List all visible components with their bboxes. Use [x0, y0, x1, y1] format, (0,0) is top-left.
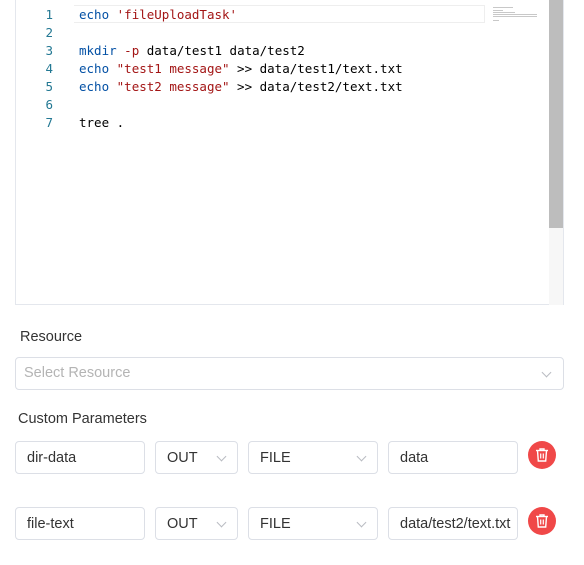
- line-code: tree .: [79, 114, 124, 132]
- param-direct-select[interactable]: OUT: [155, 507, 238, 540]
- custom-parameters-label: Custom Parameters: [18, 411, 147, 427]
- code-line[interactable]: 5 echo "test2 message" >> data/test2/text…: [16, 78, 486, 96]
- param-direct-select[interactable]: OUT: [155, 441, 238, 474]
- code-token: 'fileUploadTask': [116, 7, 238, 22]
- param-name-value: file-text: [27, 516, 74, 532]
- delete-param-button[interactable]: [528, 507, 556, 535]
- param-name-input[interactable]: file-text: [15, 507, 145, 540]
- code-token: data/test1 data/test2: [139, 43, 305, 58]
- param-direct-value: OUT: [167, 450, 198, 466]
- code-line[interactable]: 4 echo "test1 message" >> data/test1/text…: [16, 60, 486, 78]
- code-line[interactable]: 7 tree .: [16, 114, 486, 132]
- code-token: echo: [79, 79, 110, 94]
- resource-select-placeholder: Select Resource: [24, 365, 131, 381]
- param-direct-value: OUT: [167, 516, 198, 532]
- param-name-input[interactable]: dir-data: [15, 441, 145, 474]
- resource-select[interactable]: Select Resource: [15, 357, 564, 390]
- code-token: >> data/test1/text.txt: [229, 61, 403, 76]
- editor-minimap[interactable]: [493, 7, 543, 23]
- line-number: 5: [45, 79, 53, 94]
- code-token: "test1 message": [116, 61, 230, 76]
- param-type-value: FILE: [260, 516, 291, 532]
- line-number: 1: [45, 7, 53, 22]
- line-code: echo "test1 message" >> data/test1/text.…: [79, 60, 403, 78]
- code-token: "test2 message": [116, 79, 230, 94]
- param-value-input[interactable]: data: [388, 441, 518, 474]
- param-name-value: dir-data: [27, 450, 77, 466]
- trash-icon: [536, 514, 548, 528]
- code-token: >> data/test2/text.txt: [229, 79, 403, 94]
- chevron-down-icon: [216, 451, 227, 462]
- delete-param-button[interactable]: [528, 441, 556, 469]
- param-value-input[interactable]: data/test2/text.txt: [388, 507, 518, 540]
- chevron-down-icon: [541, 367, 552, 378]
- param-type-select[interactable]: FILE: [248, 507, 378, 540]
- code-line[interactable]: 2: [16, 24, 486, 42]
- code-line[interactable]: 1 echo 'fileUploadTask': [16, 6, 486, 24]
- chevron-down-icon: [356, 517, 367, 528]
- editor-top-shadow: [16, 0, 486, 3]
- chevron-down-icon: [356, 451, 367, 462]
- editor-scrollbar[interactable]: [549, 0, 563, 305]
- resource-label: Resource: [20, 329, 83, 345]
- editor-scrollbar-thumb[interactable]: [549, 0, 563, 228]
- code-token: echo: [79, 7, 110, 22]
- line-code: mkdir -p data/test1 data/test2: [79, 42, 305, 60]
- param-type-value: FILE: [260, 450, 291, 466]
- line-number: 7: [45, 115, 53, 130]
- line-code: echo "test2 message" >> data/test2/text.…: [79, 78, 403, 96]
- code-line[interactable]: 6: [16, 96, 486, 114]
- code-token: echo: [79, 61, 110, 76]
- line-code: echo 'fileUploadTask': [79, 6, 237, 24]
- line-number: 2: [45, 25, 53, 40]
- code-editor[interactable]: 1 echo 'fileUploadTask' 2 3 mkdir -p data/te…: [15, 0, 564, 305]
- line-number: 4: [45, 61, 53, 76]
- chevron-down-icon: [216, 517, 227, 528]
- line-number: 6: [45, 97, 53, 112]
- line-number: 3: [45, 43, 53, 58]
- code-token: -p: [124, 43, 140, 58]
- trash-icon: [536, 448, 548, 462]
- code-token: mkdir: [79, 43, 117, 58]
- param-value-text: data/test2/text.txt: [400, 516, 511, 532]
- param-type-select[interactable]: FILE: [248, 441, 378, 474]
- code-token: tree .: [79, 115, 125, 130]
- param-value-text: data: [400, 450, 429, 466]
- code-line[interactable]: 3 mkdir -p data/test1 data/test2: [16, 42, 486, 60]
